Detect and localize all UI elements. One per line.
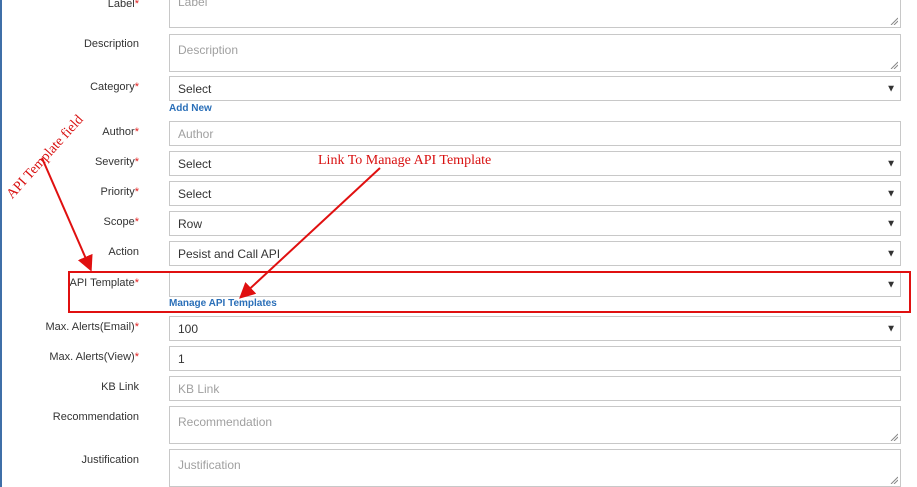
annotation-arrows [41,157,381,299]
arrow-to-manage-link [239,167,381,299]
arrow-to-api-template-field [41,157,93,272]
